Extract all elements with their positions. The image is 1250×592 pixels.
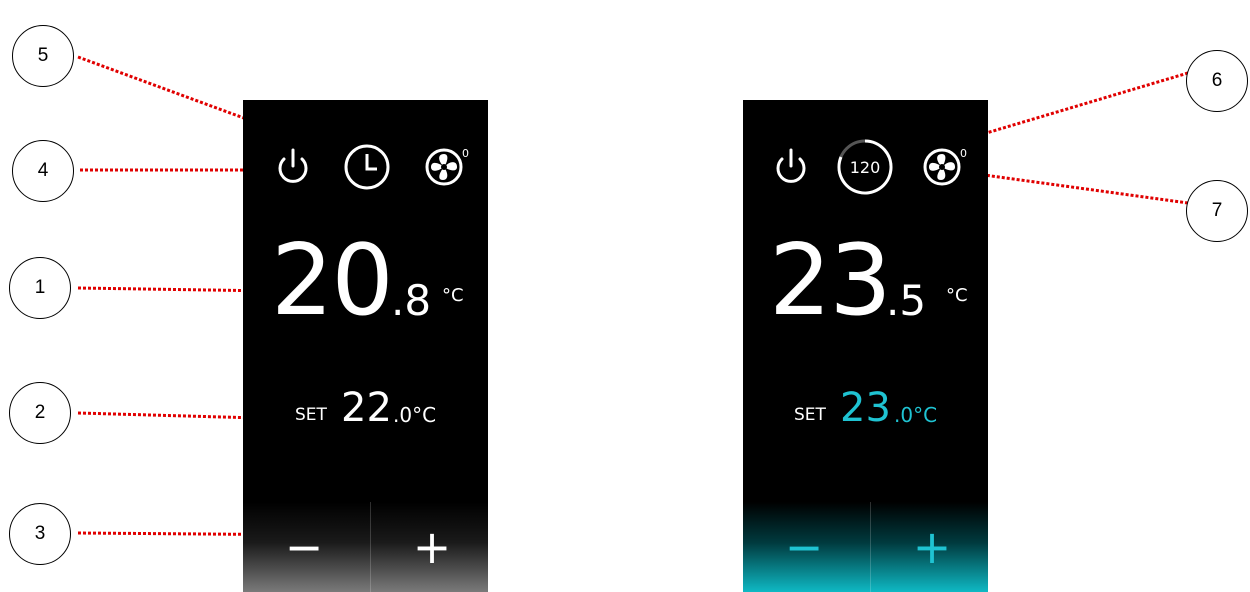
thermostat-screen-normal: 0 20 .8 °C SET 22 .0°C − + xyxy=(243,100,488,592)
setpoint-integer: 22 xyxy=(341,385,392,431)
setpoint-integer: 23 xyxy=(840,385,891,431)
power-icon[interactable] xyxy=(268,142,318,192)
thermostat-screen-timer: 120 0 23 .5 °C SET 23 .0°C − + xyxy=(743,100,988,592)
callout-5: 5 xyxy=(12,25,74,87)
setpoint-decimal: .0°C xyxy=(393,403,437,427)
fan-icon[interactable]: 0 xyxy=(421,142,471,192)
temp-unit: °C xyxy=(946,285,968,306)
increase-button[interactable]: + xyxy=(371,502,488,592)
callout-number: 4 xyxy=(37,160,49,181)
decrease-button[interactable]: − xyxy=(743,502,865,592)
temp-decimal: .8 xyxy=(391,276,432,325)
fan-speed-level: 0 xyxy=(960,147,967,160)
setpoint-decimal: .0°C xyxy=(894,403,938,427)
callout-number: 3 xyxy=(34,523,46,544)
callout-1: 1 xyxy=(9,257,71,319)
leader-line-7 xyxy=(954,169,1189,205)
fan-speed-level: 0 xyxy=(462,147,469,160)
temp-integer: 20 xyxy=(271,224,394,338)
callout-number: 2 xyxy=(34,402,46,423)
timer-countdown-icon[interactable]: 120 xyxy=(835,137,895,197)
power-icon[interactable] xyxy=(766,142,816,192)
timer-value: 120 xyxy=(850,158,881,177)
fan-icon[interactable]: 0 xyxy=(919,142,969,192)
callout-number: 7 xyxy=(1211,200,1223,221)
temp-decimal: .5 xyxy=(886,276,927,325)
setpoint-label: SET xyxy=(295,405,327,425)
callout-number: 6 xyxy=(1211,70,1223,91)
callout-7: 7 xyxy=(1186,180,1248,242)
clock-icon[interactable] xyxy=(342,142,392,192)
callout-4: 4 xyxy=(12,140,74,202)
callout-3: 3 xyxy=(9,503,71,565)
leader-lines xyxy=(77,55,1189,537)
callout-6: 6 xyxy=(1186,50,1248,112)
decrease-button[interactable]: − xyxy=(243,502,365,592)
callout-number: 1 xyxy=(34,277,46,298)
adjust-bar: − + xyxy=(243,502,488,592)
adjust-bar: − + xyxy=(743,502,988,592)
increase-button[interactable]: + xyxy=(871,502,988,592)
temp-integer: 23 xyxy=(769,224,892,338)
setpoint-label: SET xyxy=(794,405,826,425)
temp-unit: °C xyxy=(442,285,464,306)
callout-number: 5 xyxy=(37,45,49,66)
callout-2: 2 xyxy=(9,382,71,444)
